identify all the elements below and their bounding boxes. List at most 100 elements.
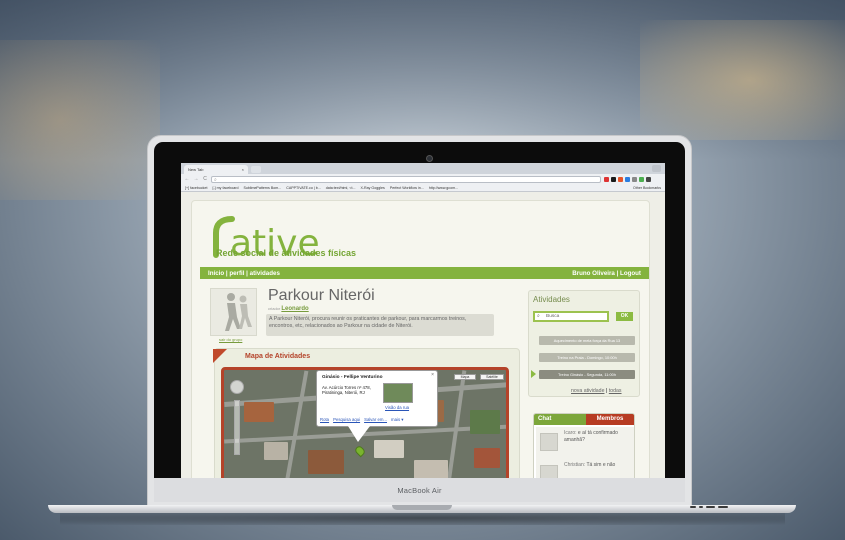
map-building [474,448,500,468]
extension-icon[interactable] [625,176,630,182]
browser-window: New Tab × ← → C ⌕ [+] facebucket [-] my … [181,163,665,484]
laptop-notch [392,505,452,510]
creator-prefix: criador [268,306,281,311]
tab-strip: New Tab × [181,163,665,174]
extension-icon[interactable] [618,176,623,182]
chat-header: Chat Membros [534,414,634,425]
group-avatar [210,288,257,336]
bookmark-item[interactable]: [-] my faceboard [212,186,238,190]
tab-title: New Tab [188,167,204,172]
laptop-lid: New Tab × ← → C ⌕ [+] facebucket [-] my … [147,135,692,507]
other-bookmarks[interactable]: Other Bookmarks [633,186,661,190]
bookmark-item[interactable]: SublimePatterns Bom... [243,186,281,190]
activity-item-selected[interactable]: Treino Ginásio - Segunda, 11:00h [539,370,635,379]
address-bar[interactable]: ⌕ [211,175,601,183]
map-building [470,410,500,434]
extension-icons [604,176,651,182]
search-icon: ⌕ [214,176,217,183]
new-activity-link[interactable]: nova atividade [571,388,604,394]
new-tab-button[interactable] [251,166,261,173]
nav-links[interactable]: Início | perfil | atividades [208,270,280,277]
map-info-window: Ginásio - Fellipe Venturino Av. Acúrcio … [316,370,438,427]
chat-messages: Icaro: e aí tá confirmado amanhã? Christ… [536,427,634,484]
creator-link[interactable]: Leonardo [281,306,308,312]
popup-links: Rota Pesquisa aqui Salvar em... mais ▾ [320,417,403,423]
close-icon[interactable]: × [431,372,434,378]
search-ok-button[interactable]: OK [616,312,633,321]
chat-message: Icaro: e aí tá confirmado amanhã? [538,429,632,455]
parkour-silhouette-icon [225,293,252,331]
map-building [308,450,344,474]
extension-icon[interactable] [604,176,609,182]
leave-group-link[interactable]: sair do grupo [219,337,242,342]
map-pin-icon[interactable] [353,444,367,458]
search-icon: ⌕ [537,313,540,319]
chat-panel: Chat Membros Icaro: e aí tá confirmado a… [533,413,635,484]
content-card: ative Rede social de atividades físicas … [191,200,650,484]
tab-chat[interactable]: Chat [538,416,551,422]
popup-link-save[interactable]: Salvar em... [364,417,387,423]
bookmark-item[interactable]: [+] facebucket [185,186,207,190]
map-building [414,460,448,480]
forward-icon[interactable]: → [193,176,199,182]
window-controls[interactable] [652,165,661,172]
map-building [264,442,288,460]
background-light-left [0,40,160,200]
popup-link-more[interactable]: mais ▾ [391,417,403,423]
laptop-ports [690,506,736,508]
map-building [244,402,274,422]
site-tagline: Rede social de atividades físicas [216,248,357,258]
activities-title: Atividades [533,295,570,304]
street-view-thumbnail[interactable] [383,383,413,403]
tab-members[interactable]: Membros [586,414,634,425]
popup-link-rota[interactable]: Rota [320,417,329,423]
link-separator: | [605,388,608,394]
reload-icon[interactable]: C [202,176,208,182]
chat-message-text: Christian: Tá sim e não [564,462,630,469]
browser-tab[interactable]: New Tab × [184,165,248,174]
laptop-chin: MacBook Air [154,478,685,502]
tab-close-icon[interactable]: × [242,167,244,172]
bookmark-item[interactable]: Perfect Workflow in... [390,186,424,190]
user-links[interactable]: Bruno Oliveira | Logout [572,270,641,277]
popup-address-2: Piratininga, Niterói, RJ [322,390,365,395]
main-navbar: Início | perfil | atividades Bruno Olive… [200,267,649,279]
camera-icon [426,155,433,162]
activities-links: nova atividade | todas [571,388,622,394]
web-page: ative Rede social de atividades físicas … [181,192,665,484]
map-panel: Mapa de Atividades Mapa Satélite Ginásio… [213,348,520,484]
map-pan-control[interactable] [230,380,244,394]
bookmark-item[interactable]: http://www.gcom... [429,186,458,190]
map-zoom-slider[interactable] [234,400,240,455]
popup-tail [348,426,370,442]
map-building [374,440,404,458]
map-corner-decoration [213,349,227,363]
laptop-shadow [60,511,785,525]
activity-item[interactable]: Treino na Praia - Domingo, 10:00h [539,353,635,362]
background-light [640,20,845,140]
activity-item[interactable]: Aquecimento de meia força da Rua 13 [539,336,635,345]
map-road [283,370,309,484]
bookmark-item[interactable]: data:text/html, <t... [326,186,356,190]
activities-search-input[interactable]: ⌕ Busca [533,311,609,322]
page-title: Parkour Niterói [268,287,375,304]
chat-author: Icaro: [564,430,577,436]
map-button-satellite[interactable]: Satélite [480,374,504,380]
popup-link-search[interactable]: Pesquisa aqui [333,417,360,423]
avatar [540,433,558,451]
bookmark-item[interactable]: CAPPTIVATE.co | b... [286,186,321,190]
activity-map[interactable]: Mapa Satélite Ginásio - Fellipe Venturin… [221,367,509,484]
browser-toolbar: ← → C ⌕ [181,174,665,184]
extension-icon[interactable] [611,176,616,182]
map-button-mapa[interactable]: Mapa [454,374,476,380]
back-icon[interactable]: ← [184,176,190,182]
extension-icon[interactable] [646,176,651,182]
search-placeholder: Busca [546,314,560,319]
extension-icon[interactable] [639,176,644,182]
all-activities-link[interactable]: todas [609,388,622,394]
chat-text: Tá sim e não [586,462,616,468]
chat-author: Christian: [564,462,586,468]
extension-icon[interactable] [632,176,637,182]
street-view-link[interactable]: Visão da rua [385,405,409,410]
bookmark-item[interactable]: X-Ray Goggles [360,186,384,190]
